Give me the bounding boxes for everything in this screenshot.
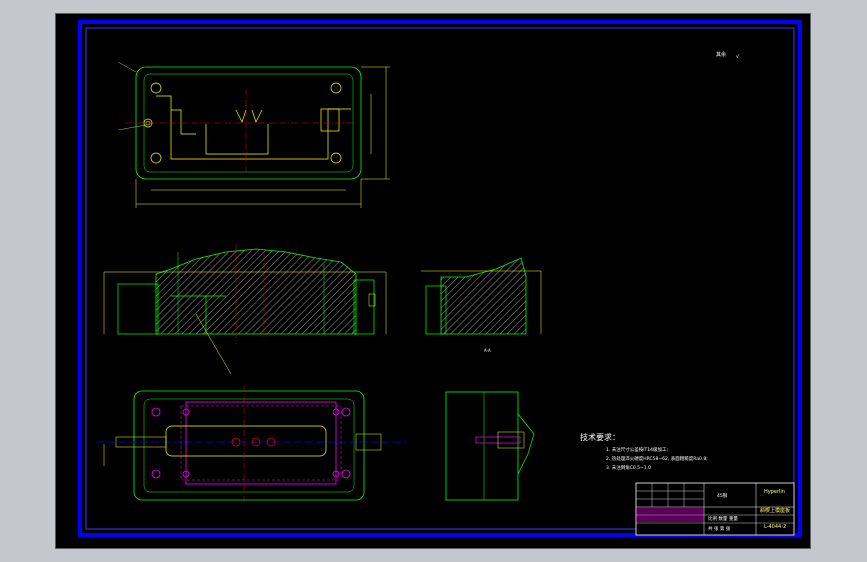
notes-title: 技术要求： (580, 432, 620, 442)
roughness-symbol: √ (736, 54, 740, 60)
title-block-sheet-label: 共 张 第 张 (708, 525, 731, 532)
roughness-label: 其余 (716, 51, 726, 58)
notes-line-1: 1. 未注尺寸公差按IT14级加工; (606, 446, 668, 453)
section-label: A-A (484, 348, 491, 353)
title-block-material: 45钢 (717, 492, 728, 499)
technical-notes: 技术要求： 1. 未注尺寸公差按IT14级加工; 2. 热处理淬火硬度HRC58… (580, 432, 708, 471)
cad-drawing-viewport: 其余 √ A-A 技术要求： 1. 未注尺寸公差按IT14级加工; 2. 热处理… (55, 13, 811, 549)
top-view (117, 61, 390, 208)
notes-line-2: 2. 热处理淬火硬度HRC58~62, 表面粗糙度Ra0.8; (606, 455, 708, 462)
roughness-note: 其余 √ (716, 51, 740, 60)
notes-line-3: 3. 未注倒角C0.5~1.0 (606, 464, 651, 471)
detail-view (445, 391, 535, 501)
title-block-company: Hyperlin (764, 489, 785, 495)
bottom-plan-view (96, 386, 406, 504)
side-section-view: A-A (421, 257, 542, 353)
title-block-drawing-no: L-4044-2 (764, 524, 786, 530)
title-block: 45钢 Hyperlin 斜楔上模座板 比例 数量 重量 共 张 第 张 L-4… (635, 482, 795, 536)
front-section-view (103, 244, 387, 375)
title-block-scale-label: 比例 数量 重量 (708, 515, 738, 522)
title-block-part-name: 斜楔上模座板 (760, 507, 790, 514)
cad-drawing: 其余 √ A-A 技术要求： 1. 未注尺寸公差按IT14级加工; 2. 热处理… (78, 20, 802, 537)
